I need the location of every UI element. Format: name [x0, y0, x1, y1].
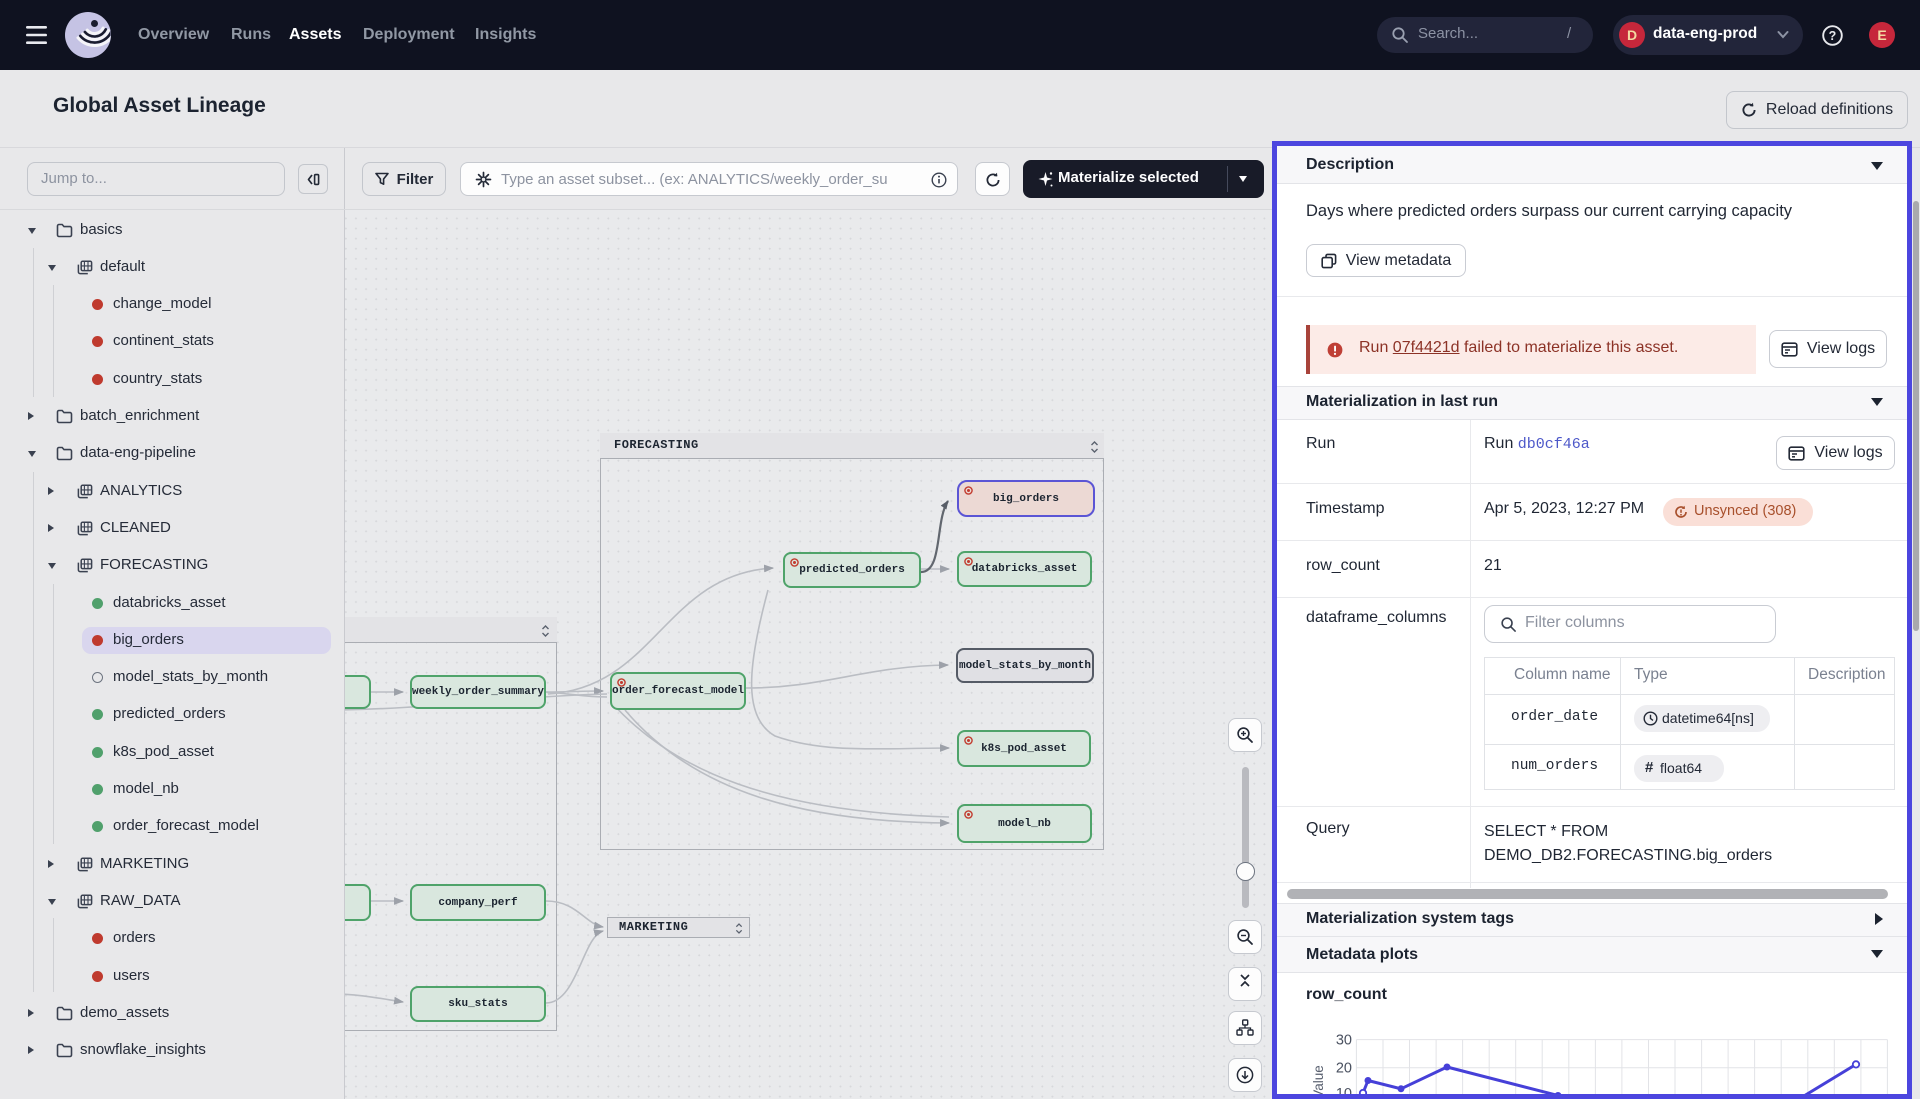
- svg-text:20: 20: [1336, 1061, 1352, 1077]
- svg-text:?: ?: [1829, 29, 1837, 43]
- svg-text:30: 30: [1336, 1033, 1352, 1049]
- svg-text:10: 10: [1336, 1086, 1352, 1094]
- svg-text:Value: Value: [1311, 1065, 1326, 1094]
